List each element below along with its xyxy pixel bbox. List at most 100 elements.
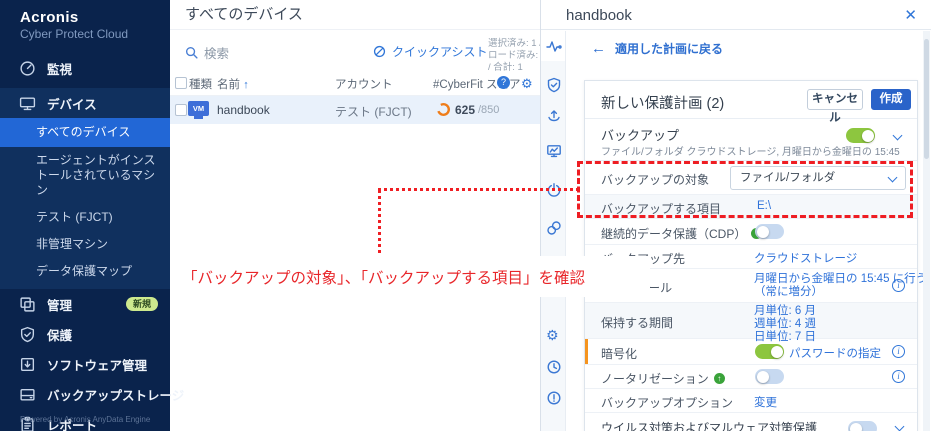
sidebar-item-devices[interactable]: デバイス: [0, 88, 170, 118]
quick-assist-label: クイックアシスト: [392, 43, 488, 60]
scrollbar-thumb[interactable]: [924, 39, 929, 159]
row-cdp: 継続的データ保護（CDP）↑: [585, 219, 917, 245]
sidebar-item-label: バックアップストレージ: [47, 385, 184, 404]
sidebar-item-unmanaged-machines[interactable]: 非管理マシン: [0, 231, 170, 258]
row-backup-source: バックアップの対象 ファイル/フォルダ: [585, 161, 917, 195]
info-icon[interactable]: i: [892, 345, 905, 358]
tab-settings-gear-icon[interactable]: ⚙: [546, 327, 559, 343]
sidebar-item-test-fjct[interactable]: テスト (FJCT): [0, 204, 170, 231]
tab-vulnerability-monitor-icon[interactable]: [546, 143, 562, 159]
backup-items-value-link[interactable]: E:\: [757, 200, 771, 212]
encryption-password-link[interactable]: パスワードの指定: [789, 345, 881, 361]
sidebar-item-all-devices[interactable]: すべてのデバイス: [0, 118, 170, 147]
search-input[interactable]: 検索: [185, 43, 229, 62]
sidebar-item-software-management[interactable]: ソフトウェア管理: [0, 349, 170, 379]
backup-destination-value-link[interactable]: クラウドストレージ: [754, 250, 857, 266]
backup-source-select[interactable]: ファイル/フォルダ: [730, 166, 906, 190]
sidebar-item-management[interactable]: 管理 新規: [0, 289, 170, 319]
quick-assist-button[interactable]: クイックアシスト: [373, 43, 488, 60]
device-account: テスト (FJCT): [335, 103, 412, 120]
row-notarization: ノータリゼーション↑ i: [585, 365, 917, 389]
sidebar-item-data-protection-map[interactable]: データ保護マップ: [0, 258, 170, 285]
sort-asc-icon: ↑: [243, 79, 249, 91]
chevron-down-icon[interactable]: [895, 422, 905, 431]
column-account[interactable]: アカウント: [335, 76, 393, 92]
page-title: すべてのデバイス: [170, 0, 540, 30]
table-settings-gear-icon[interactable]: ⚙: [521, 76, 533, 92]
sidebar-item-label: デバイス: [47, 94, 97, 113]
back-link-label: 適用した計画に戻る: [615, 40, 723, 57]
tab-integration-circles-icon[interactable]: [546, 220, 562, 236]
panel-scrollbar[interactable]: [923, 31, 930, 431]
vm-type-icon: VM: [188, 101, 209, 116]
powered-by: Powered by Acronis AnyData Engine: [20, 415, 150, 424]
sidebar: Acronis Cyber Protect Cloud 監視 デバイス すべての…: [0, 0, 170, 431]
row-backup-items: バックアップする項目 E:\: [585, 195, 917, 219]
sidebar-item-backup-storage[interactable]: バックアップストレージ: [0, 379, 170, 409]
row-checkbox[interactable]: [175, 104, 187, 116]
annotation-label: 「バックアップの対象」、「バックアップする項目」を確認: [170, 256, 650, 297]
backup-module-label: バックアップ: [601, 125, 679, 144]
storage-drive-icon: [19, 386, 36, 403]
backup-items-label: バックアップする項目: [601, 200, 721, 217]
tab-recovery-icon[interactable]: [546, 108, 562, 124]
create-button[interactable]: 作成: [871, 89, 911, 110]
row-antimalware: ウイルス対策およびマルウェア対策保護: [585, 413, 917, 431]
tab-alerts-icon[interactable]: [546, 390, 562, 406]
select-all-checkbox[interactable]: [175, 77, 187, 89]
info-icon[interactable]: i: [892, 279, 905, 292]
tab-protection-shield-icon[interactable]: [546, 77, 562, 93]
notarization-toggle[interactable]: [755, 369, 784, 384]
encryption-toggle[interactable]: [755, 344, 784, 359]
device-name[interactable]: handbook: [217, 103, 270, 117]
antimalware-label: ウイルス対策およびマルウェア対策保護: [601, 419, 817, 431]
sidebar-item-label: 保護: [47, 325, 72, 344]
tab-activities-clock-icon[interactable]: [546, 359, 562, 375]
sidebar-item-protection[interactable]: 保護: [0, 319, 170, 349]
selected-option: ファイル/フォルダ: [740, 172, 835, 184]
row-retention: 保持する期間 月単位: 6 月週単位: 4 週日単位: 7 日: [585, 303, 917, 339]
monitor-icon: [19, 95, 36, 112]
sidebar-item-monitoring[interactable]: 監視: [0, 53, 170, 83]
encryption-label: 暗号化: [601, 345, 637, 362]
device-detail-panel: handbook ✕ ⚙ ← 適用した計画に戻る 新しい保護計画 (2) キャン…: [540, 0, 931, 431]
sidebar-item-agent-machines[interactable]: エージェントがインストールされているマシン: [0, 147, 170, 204]
brand-name: Acronis: [20, 9, 170, 26]
device-list-pane: すべてのデバイス 検索 クイックアシスト 選択済み: 1 / ロード済み: 1 …: [170, 0, 540, 431]
backup-options-change-link[interactable]: 変更: [754, 394, 777, 410]
cancel-button[interactable]: キャンセル: [807, 89, 863, 110]
panel-header: handbook ✕: [541, 0, 931, 30]
help-icon[interactable]: ?: [497, 76, 510, 89]
column-name[interactable]: 名前 ↑: [217, 76, 249, 92]
notarization-label: ノータリゼーション↑: [601, 370, 725, 387]
chevron-down-icon: [888, 173, 898, 183]
sidebar-nav: 監視 デバイス すべてのデバイス エージェントがインストールされているマシン テ…: [0, 53, 170, 431]
backup-module-summary: ファイル/フォルダ クラウドストレージ, 月曜日から金曜日の 15:45 に行う…: [601, 143, 901, 158]
cdp-toggle[interactable]: [755, 224, 784, 239]
toggle-knob: [862, 130, 874, 142]
cyberfit-score-value: 625: [455, 103, 475, 117]
info-icon[interactable]: i: [892, 370, 905, 383]
tab-activity-pulse-icon[interactable]: [546, 38, 562, 54]
plan-card-header: 新しい保護計画 (2) キャンセル 作成: [585, 81, 917, 119]
table-header: 種類 名前 ↑ アカウント #CyberFit スコア ? ⚙: [170, 72, 540, 96]
encryption-highlight-bar: [585, 339, 588, 364]
layers-icon: [19, 296, 36, 313]
sidebar-item-label: 監視: [47, 59, 72, 78]
column-type[interactable]: 種類: [189, 76, 212, 92]
software-install-icon: [19, 356, 36, 373]
annotation-leader-line-horizontal: [378, 188, 578, 191]
close-icon[interactable]: ✕: [904, 6, 917, 24]
table-row[interactable]: VM handbook テスト (FJCT) 625 /850: [170, 96, 540, 124]
backup-toggle[interactable]: [846, 128, 875, 143]
search-icon: [185, 46, 198, 59]
shield-check-icon: [19, 326, 36, 343]
brand-product: Cyber Protect Cloud: [20, 27, 170, 41]
chevron-down-icon[interactable]: [893, 131, 903, 141]
brand-logo: Acronis Cyber Protect Cloud: [0, 0, 170, 41]
toggle-knob: [771, 346, 783, 358]
cyberfit-score-max: /850: [478, 104, 499, 116]
antimalware-toggle[interactable]: [848, 421, 877, 431]
back-to-applied-plans-link[interactable]: ← 適用した計画に戻る: [591, 40, 723, 57]
app-root: Acronis Cyber Protect Cloud 監視 デバイス すべての…: [0, 0, 931, 431]
